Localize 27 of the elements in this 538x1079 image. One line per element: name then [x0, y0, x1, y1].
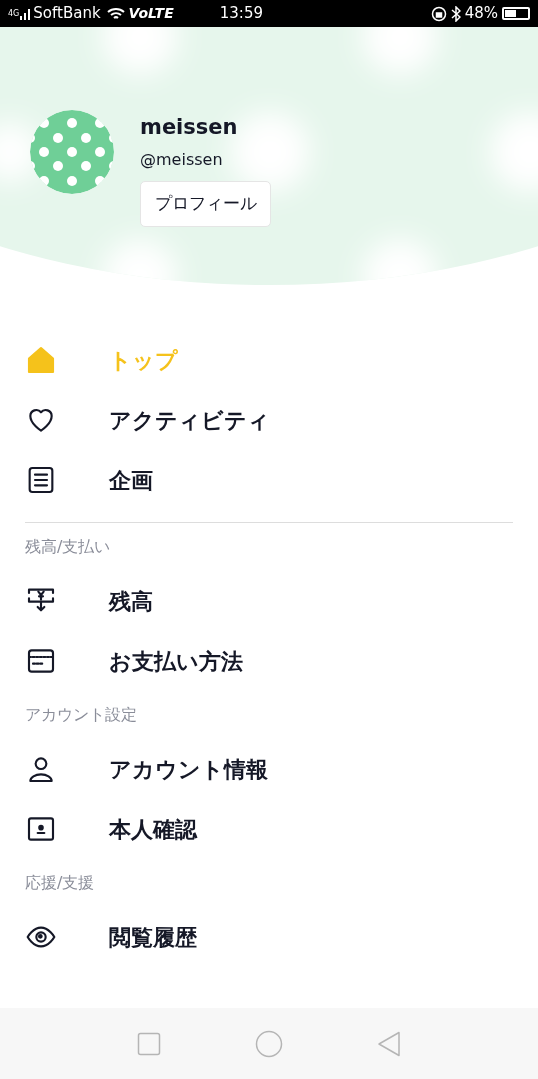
clock: 13:59 — [219, 3, 263, 25]
section-heading: 応援/支援 — [25, 872, 95, 894]
user-name: meissen — [140, 114, 239, 141]
menu-item[interactable]: アクティビティ — [0, 390, 538, 450]
menu-item[interactable]: 本人確認 — [0, 799, 538, 859]
section-heading: 残高/支払い — [25, 536, 111, 558]
menu-item[interactable]: お支払い方法 — [0, 631, 538, 691]
network-label: 4G — [8, 7, 20, 20]
carrier-label: SoftBank — [33, 3, 101, 25]
rotation-lock-icon — [430, 5, 447, 22]
menu-item[interactable]: 企画 — [0, 450, 538, 510]
signal-icon — [20, 7, 31, 20]
user-handle: @meissen — [140, 149, 224, 171]
battery-icon — [502, 7, 530, 20]
volte-label: VoLTE — [128, 4, 174, 23]
home-icon — [25, 344, 57, 376]
menu-item[interactable]: 閲覧履歴 — [0, 907, 538, 967]
back-icon[interactable] — [377, 1030, 401, 1057]
recents-icon[interactable] — [137, 1031, 161, 1056]
menu-item[interactable]: 残高 — [0, 571, 538, 631]
wifi-icon — [106, 6, 125, 21]
menu-item[interactable]: アカウント情報 — [0, 739, 538, 799]
bluetooth-icon — [450, 5, 461, 22]
home-button-icon[interactable] — [255, 1029, 283, 1058]
profile-button[interactable]: プロフィール — [140, 181, 271, 227]
battery-percent: 48% — [464, 3, 498, 25]
section-heading: アカウント設定 — [25, 704, 137, 726]
